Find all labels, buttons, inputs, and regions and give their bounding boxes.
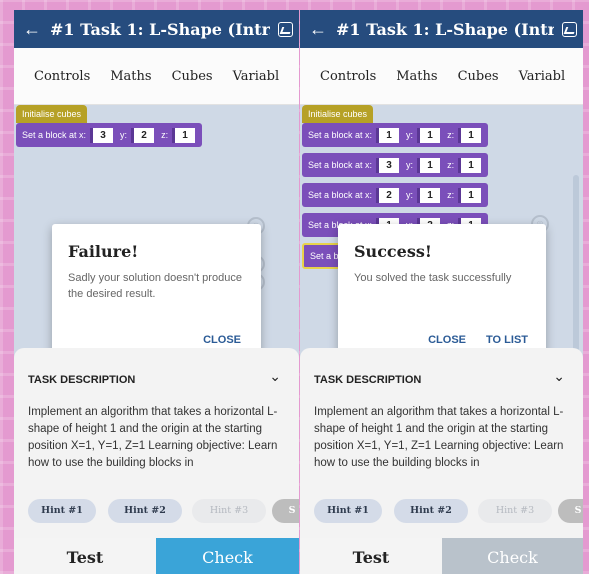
y-label: y: — [406, 130, 414, 140]
task-description-text: Implement an algorithm that takes a hori… — [28, 406, 278, 469]
tab-variables[interactable]: Variabl — [519, 69, 566, 84]
left-screen: ← #1 Task 1: L-Shape (Intr... Controls M… — [14, 10, 299, 574]
task-title: #1 Task 1: L-Shape (Intr... — [50, 19, 270, 39]
tab-maths[interactable]: Maths — [110, 69, 151, 84]
block-label: Set a block at x: — [308, 130, 373, 140]
block-label: Set a block at x: — [308, 160, 373, 170]
back-arrow-icon[interactable]: ← — [14, 19, 50, 40]
y-value[interactable]: 2 — [131, 127, 155, 143]
set-block-statement[interactable]: Set a block at x: 1 y: 1 z: 1 — [302, 123, 489, 147]
category-tabs: Controls Maths Cubes Variabl — [300, 48, 583, 105]
initialise-cubes-block[interactable]: Initialise cubes — [302, 105, 374, 123]
task-description-sheet: TASK DESCRIPTION ⌄ Implement an algorith… — [300, 348, 583, 538]
dialog-message: Sadly your solution doesn't produce the … — [68, 272, 242, 300]
image-icon[interactable] — [562, 21, 577, 37]
initialise-cubes-block[interactable]: Initialise cubes — [16, 105, 88, 123]
z-label: z: — [161, 130, 169, 140]
app-bar: ← #1 Task 1: L-Shape (Intr... — [300, 10, 583, 48]
close-button[interactable]: CLOSE — [428, 334, 466, 346]
z-label: z: — [447, 190, 455, 200]
right-screen: ← #1 Task 1: L-Shape (Intr... Controls M… — [300, 10, 583, 574]
y-label: y: — [406, 160, 414, 170]
success-dialog: Success! You solved the task successfull… — [338, 224, 546, 360]
x-value[interactable]: 2 — [376, 187, 400, 203]
z-value[interactable]: 1 — [458, 187, 482, 203]
hint-2-button[interactable]: Hint #2 — [394, 499, 468, 523]
hint-2-button[interactable]: Hint #2 — [108, 499, 182, 523]
dialog-message: You solved the task successfully — [354, 272, 512, 284]
hint-1-button[interactable]: Hint #1 — [28, 499, 96, 523]
set-block-statement[interactable]: Set a block at x: 3 y: 1 z: 1 — [302, 153, 489, 177]
solution-button[interactable]: S — [272, 499, 299, 523]
tab-cubes[interactable]: Cubes — [172, 69, 213, 84]
back-arrow-icon[interactable]: ← — [300, 19, 336, 40]
hint-3-button[interactable]: Hint #3 — [192, 499, 266, 523]
task-description-heading: TASK DESCRIPTION — [28, 374, 136, 386]
z-label: z: — [447, 160, 455, 170]
y-value[interactable]: 1 — [417, 127, 441, 143]
z-value[interactable]: 1 — [458, 157, 482, 173]
chevron-down-icon[interactable]: ⌄ — [553, 368, 565, 385]
task-description-text: Implement an algorithm that takes a hori… — [314, 406, 564, 469]
tab-maths[interactable]: Maths — [396, 69, 437, 84]
tab-cubes[interactable]: Cubes — [458, 69, 499, 84]
category-tabs: Controls Maths Cubes Variabl — [14, 48, 299, 105]
failure-dialog: Failure! Sadly your solution doesn't pro… — [52, 224, 261, 360]
tab-controls[interactable]: Controls — [320, 69, 376, 84]
task-description-heading: TASK DESCRIPTION — [314, 374, 422, 386]
to-list-button[interactable]: TO LIST — [486, 334, 528, 346]
task-title: #1 Task 1: L-Shape (Intr... — [336, 19, 554, 39]
x-value[interactable]: 3 — [376, 157, 400, 173]
block-label: Set a b — [310, 251, 339, 261]
hint-3-button[interactable]: Hint #3 — [478, 499, 552, 523]
z-value[interactable]: 1 — [172, 127, 196, 143]
y-value[interactable]: 1 — [417, 157, 441, 173]
image-icon[interactable] — [278, 21, 293, 37]
task-description-sheet: TASK DESCRIPTION ⌄ Implement an algorith… — [14, 348, 299, 538]
z-value[interactable]: 1 — [458, 127, 482, 143]
test-button[interactable]: Test — [14, 538, 156, 574]
set-block-statement[interactable]: Set a block at x: 2 y: 1 z: 1 — [302, 183, 489, 207]
block-label: Set a block at x: — [22, 130, 87, 140]
bottom-actions: Test Check — [300, 538, 583, 574]
tab-variables[interactable]: Variabl — [233, 69, 280, 84]
hint-1-button[interactable]: Hint #1 — [314, 499, 382, 523]
check-button[interactable]: Check — [156, 538, 299, 574]
y-label: y: — [406, 190, 414, 200]
bottom-actions: Test Check — [14, 538, 299, 574]
chevron-down-icon[interactable]: ⌄ — [269, 368, 281, 385]
set-block-statement[interactable]: Set a block at x: 3 y: 2 z: 1 — [16, 123, 203, 147]
y-label: y: — [120, 130, 128, 140]
tab-controls[interactable]: Controls — [34, 69, 90, 84]
close-button[interactable]: CLOSE — [203, 334, 241, 346]
block-label: Set a block at x: — [308, 190, 373, 200]
check-button[interactable]: Check — [442, 538, 583, 574]
z-label: z: — [447, 130, 455, 140]
dialog-title: Success! — [354, 242, 432, 261]
solution-button[interactable]: S — [558, 499, 583, 523]
app-bar: ← #1 Task 1: L-Shape (Intr... — [14, 10, 299, 48]
dialog-title: Failure! — [68, 242, 139, 261]
x-value[interactable]: 3 — [90, 127, 114, 143]
y-value[interactable]: 1 — [417, 187, 441, 203]
x-value[interactable]: 1 — [376, 127, 400, 143]
test-button[interactable]: Test — [300, 538, 442, 574]
